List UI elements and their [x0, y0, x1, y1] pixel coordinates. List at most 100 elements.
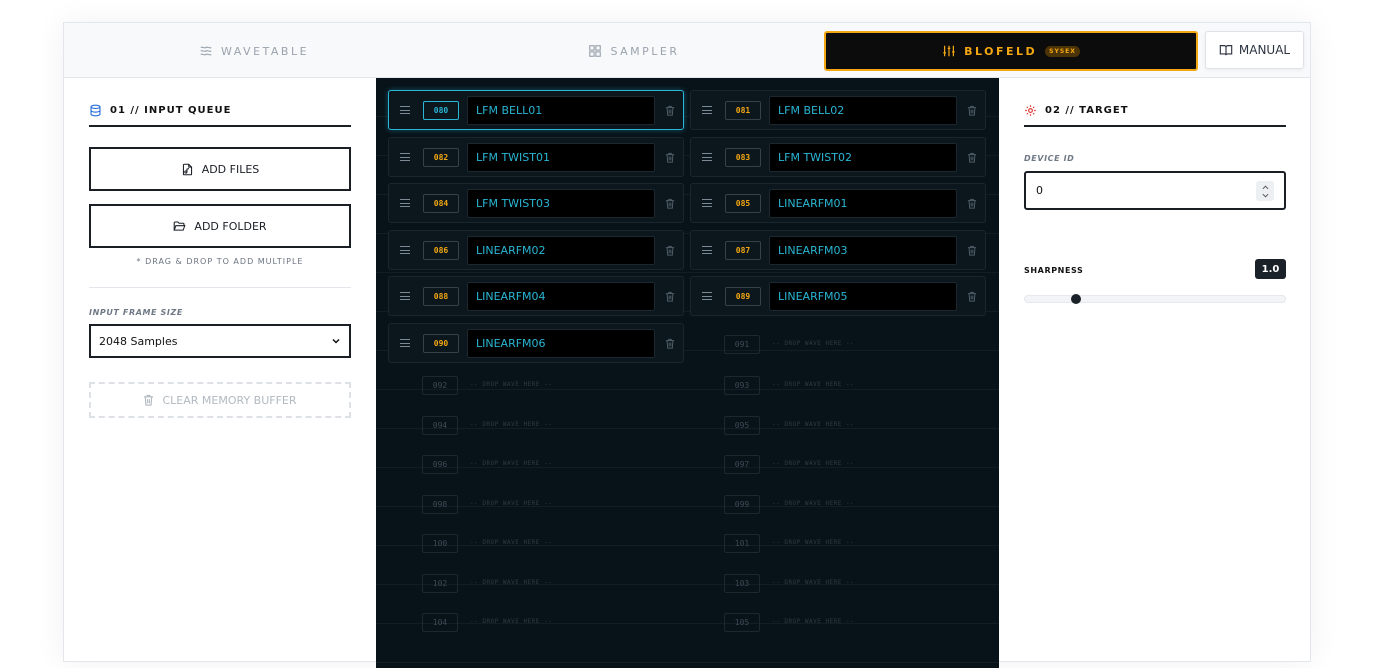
tab-sampler[interactable]: SAMPLER [444, 31, 824, 71]
manual-label: MANUAL [1238, 43, 1291, 57]
empty-wave-slot[interactable]: 098 -- DROP WAVE HERE -- [388, 485, 684, 523]
manual-button[interactable]: MANUAL [1205, 31, 1304, 69]
device-id-input[interactable]: 0 [1024, 171, 1286, 210]
target-underline [1024, 125, 1286, 127]
empty-wave-slot[interactable]: 100 -- DROP WAVE HERE -- [388, 524, 684, 562]
tab-blofeld[interactable]: BLOFELD SYSEX [824, 31, 1198, 71]
chevron-up-icon[interactable] [1262, 184, 1269, 190]
drag-handle-icon[interactable] [400, 106, 410, 114]
empty-wave-slot[interactable]: 093 -- DROP WAVE HERE -- [690, 366, 986, 404]
drag-drop-hint: * DRAG & DROP TO ADD MULTIPLE [136, 257, 304, 266]
drag-handle-icon[interactable] [400, 153, 410, 161]
drag-handle-icon[interactable] [702, 199, 712, 207]
empty-wave-slot[interactable]: 105 -- DROP WAVE HERE -- [690, 603, 986, 641]
empty-wave-slot[interactable]: 097 -- DROP WAVE HERE -- [690, 445, 986, 483]
drop-zone-label: -- DROP WAVE HERE -- [772, 618, 855, 625]
drop-zone-label: -- DROP WAVE HERE -- [470, 420, 553, 428]
trash-icon[interactable] [665, 105, 675, 116]
drag-handle-icon[interactable] [400, 339, 410, 347]
slot-number: 099 [724, 494, 760, 514]
drop-zone-label: -- DROP WAVE HERE -- [470, 618, 553, 625]
sharpness-slider[interactable] [1024, 295, 1286, 303]
slot-name-field[interactable]: LINEARFM04 [467, 282, 655, 311]
wave-slot[interactable]: 087 LINEARFM03 [690, 230, 986, 270]
tab-blofeld-label: BLOFELD [964, 44, 1038, 58]
section-divider [89, 287, 351, 288]
slot-name-field[interactable]: LINEARFM05 [769, 282, 957, 311]
slot-number: 104 [422, 613, 458, 632]
empty-wave-slot[interactable]: 103 -- DROP WAVE HERE -- [690, 564, 986, 602]
drop-zone-label: -- DROP WAVE HERE -- [772, 460, 855, 467]
wave-slot[interactable]: 081 LFM BELL02 [690, 90, 986, 130]
drop-zone-label: -- DROP WAVE HERE -- [772, 539, 855, 546]
slot-name-field[interactable]: LINEARFM06 [467, 329, 655, 358]
slot-name-field[interactable]: LINEARFM01 [769, 189, 957, 218]
wave-slot[interactable]: 086 LINEARFM02 [388, 230, 684, 270]
slot-name-field[interactable]: LFM TWIST02 [769, 143, 957, 172]
empty-wave-slot[interactable]: 094 -- DROP WAVE HERE -- [388, 406, 684, 444]
empty-wave-slot[interactable]: 095 -- DROP WAVE HERE -- [690, 406, 986, 444]
slot-name-field[interactable]: LINEARFM02 [467, 236, 655, 265]
trash-icon[interactable] [665, 152, 675, 163]
add-files-button[interactable]: ADD FILES [89, 147, 351, 191]
trash-icon[interactable] [665, 291, 675, 302]
frame-size-value: 2048 Samples [99, 334, 178, 348]
slot-name-field[interactable]: LFM BELL02 [769, 96, 957, 125]
slot-number: 100 [422, 534, 458, 553]
slot-number: 086 [423, 241, 459, 260]
empty-wave-slot[interactable]: 102 -- DROP WAVE HERE -- [388, 564, 684, 602]
frame-size-select[interactable]: 2048 Samples [89, 324, 351, 358]
drag-handle-icon[interactable] [702, 153, 712, 161]
wave-slot[interactable]: 084 LFM TWIST03 [388, 183, 684, 223]
drag-handle-icon[interactable] [400, 292, 410, 300]
drag-handle-icon[interactable] [702, 246, 712, 254]
wave-slot[interactable]: 083 LFM TWIST02 [690, 137, 986, 177]
tab-sampler-label: SAMPLER [610, 44, 680, 58]
sharpness-label: SHARPNESS [1024, 266, 1084, 275]
slot-number: 090 [423, 334, 459, 353]
drag-handle-icon[interactable] [702, 106, 712, 114]
empty-wave-slot[interactable]: 092 -- DROP WAVE HERE -- [388, 366, 684, 404]
waves-icon [200, 46, 212, 56]
trash-icon[interactable] [665, 245, 675, 256]
slot-name-field[interactable]: LFM TWIST03 [467, 189, 655, 218]
slot-number: 082 [423, 148, 459, 167]
empty-wave-slot[interactable]: 104 -- DROP WAVE HERE -- [388, 603, 684, 641]
trash-icon[interactable] [665, 198, 675, 209]
empty-wave-slot[interactable]: 091 -- DROP WAVE HERE -- [690, 325, 986, 363]
drop-zone-label: -- DROP WAVE HERE -- [772, 578, 855, 586]
empty-wave-slot[interactable]: 099 -- DROP WAVE HERE -- [690, 485, 986, 523]
mode-tabbar: WAVETABLE SAMPLER BLOFELD SYSEX MANUAL [64, 23, 1310, 78]
drag-handle-icon[interactable] [702, 292, 712, 300]
wave-slot[interactable]: 089 LINEARFM05 [690, 276, 986, 316]
empty-wave-slot[interactable]: 096 -- DROP WAVE HERE -- [388, 445, 684, 483]
drag-handle-icon[interactable] [400, 199, 410, 207]
tab-wavetable[interactable]: WAVETABLE [64, 31, 444, 71]
wave-slot[interactable]: 080 LFM BELL01 [388, 90, 684, 130]
clear-memory-label: CLEAR MEMORY BUFFER [162, 393, 297, 407]
slot-number: 080 [423, 101, 459, 120]
empty-wave-slot[interactable]: 101 -- DROP WAVE HERE -- [690, 524, 986, 562]
wave-slot[interactable]: 090 LINEARFM06 [388, 323, 684, 363]
input-queue-underline [89, 125, 351, 127]
trash-icon[interactable] [967, 198, 977, 209]
slot-name-field[interactable]: LFM TWIST01 [467, 143, 655, 172]
trash-icon[interactable] [665, 338, 675, 349]
chevron-down-icon[interactable] [1262, 193, 1269, 198]
drag-handle-icon[interactable] [400, 246, 410, 254]
slot-name-field[interactable]: LFM BELL01 [467, 96, 655, 125]
add-folder-button[interactable]: ADD FOLDER [89, 204, 351, 248]
trash-icon[interactable] [967, 105, 977, 116]
device-id-label: DEVICE ID [1024, 154, 1075, 163]
trash-icon[interactable] [967, 245, 977, 256]
wave-slot[interactable]: 082 LFM TWIST01 [388, 137, 684, 177]
wave-slot[interactable]: 085 LINEARFM01 [690, 183, 986, 223]
slot-number: 093 [724, 376, 760, 395]
slot-number: 083 [725, 148, 761, 167]
trash-icon[interactable] [967, 291, 977, 302]
wave-slot[interactable]: 088 LINEARFM04 [388, 276, 684, 316]
clear-memory-button[interactable]: CLEAR MEMORY BUFFER [89, 382, 351, 418]
trash-icon[interactable] [967, 152, 977, 163]
slot-name-field[interactable]: LINEARFM03 [769, 236, 957, 265]
device-id-stepper[interactable] [1256, 181, 1274, 201]
